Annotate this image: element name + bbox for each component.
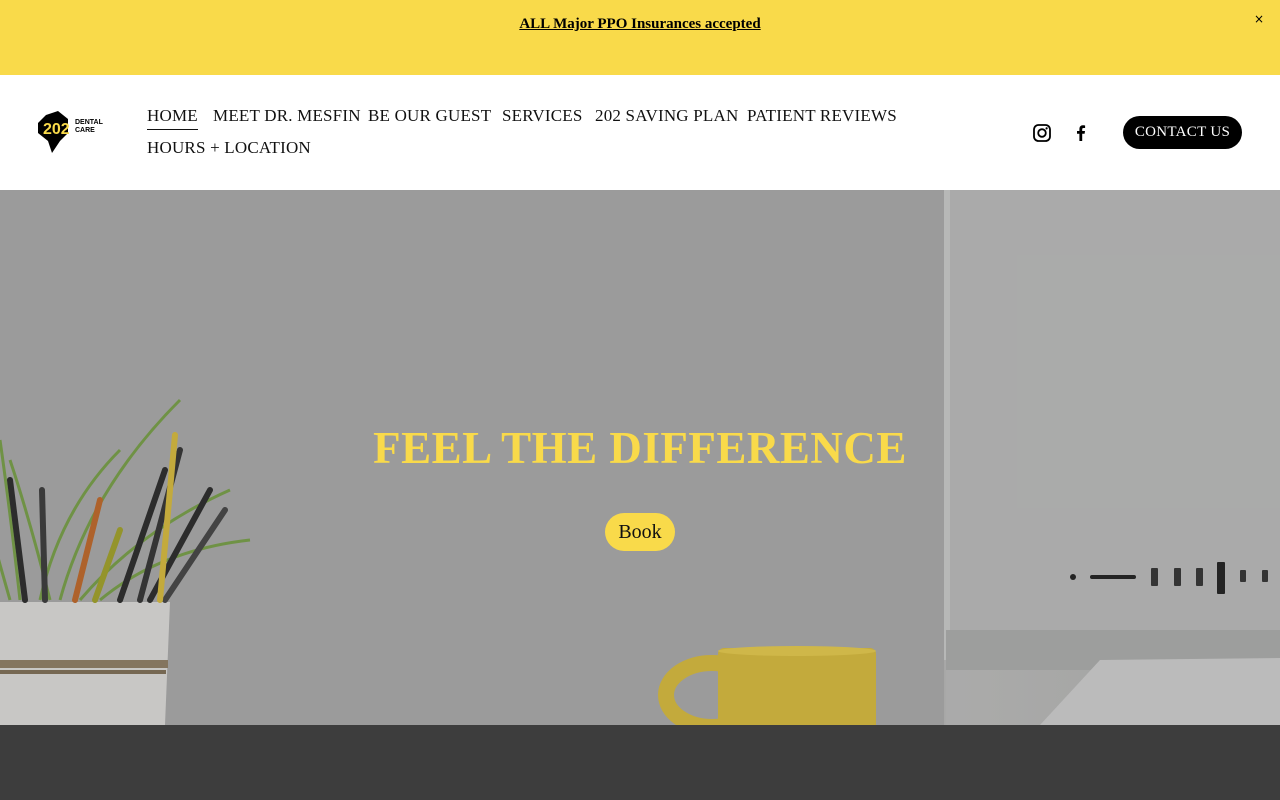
instagram-icon[interactable]	[1032, 123, 1052, 143]
nav-hours-location[interactable]: HOURS + LOCATION	[147, 138, 311, 158]
svg-text:CARE: CARE	[75, 127, 95, 134]
contact-us-button[interactable]: CONTACT US	[1123, 116, 1242, 149]
facebook-icon[interactable]	[1071, 123, 1091, 143]
nav-services[interactable]: SERVICES	[502, 106, 583, 126]
nav-be-our-guest[interactable]: BE OUR GUEST	[368, 106, 491, 126]
nav-202-saving-plan[interactable]: 202 SAVING PLAN	[595, 106, 738, 126]
nav-meet-dr-mesfin[interactable]: MEET DR. MESFIN	[213, 106, 361, 126]
book-button[interactable]: Book	[605, 513, 675, 551]
svg-text:DENTAL: DENTAL	[75, 119, 104, 126]
site-logo[interactable]: 202 DENTAL CARE	[38, 111, 118, 153]
nav-home[interactable]: HOME	[147, 106, 198, 130]
nav-patient-reviews[interactable]: PATIENT REVIEWS	[747, 106, 897, 126]
hero-title: FEEL THE DIFFERENCE	[373, 423, 907, 473]
hero-section: FEEL THE DIFFERENCE Book	[0, 190, 1280, 725]
announcement-bar: ALL Major PPO Insurances accepted ×	[0, 0, 1280, 75]
close-icon[interactable]: ×	[1254, 12, 1264, 26]
logo-mark: 202 DENTAL CARE	[38, 111, 104, 153]
svg-text:202: 202	[43, 121, 70, 138]
announcement-link[interactable]: ALL Major PPO Insurances accepted	[0, 16, 1280, 33]
site-header: 202 DENTAL CARE HOME MEET DR. MESFIN BE …	[0, 75, 1280, 190]
